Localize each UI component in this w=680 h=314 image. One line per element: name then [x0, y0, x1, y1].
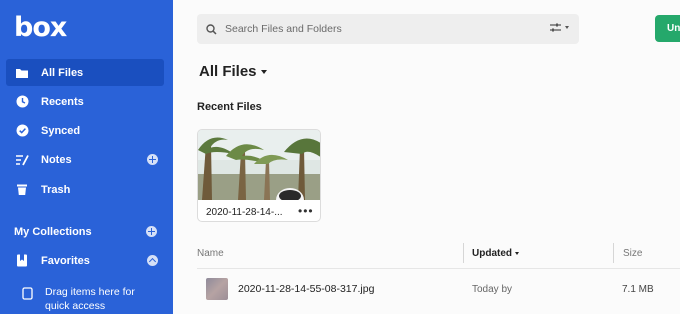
sidebar-item-notes[interactable]: Notes — [6, 146, 164, 173]
new-button[interactable]: Un — [655, 15, 680, 42]
sidebar-item-label: Trash — [41, 183, 71, 196]
file-size: 7.1 MB — [622, 284, 654, 295]
clock-icon — [15, 95, 29, 109]
add-note-button[interactable] — [147, 154, 158, 165]
notes-icon — [15, 153, 29, 167]
sidebar-item-label: Synced — [41, 124, 81, 137]
chevron-down-icon — [260, 69, 267, 74]
sidebar-item-label: Notes — [41, 153, 72, 166]
recent-file-thumbnail — [198, 130, 320, 200]
sidebar-item-label: Favorites — [41, 254, 90, 267]
column-divider[interactable] — [613, 243, 614, 263]
sidebar: box All Files Recents Synced Notes Trash… — [0, 0, 173, 314]
search-icon — [206, 23, 217, 35]
search-filter-button[interactable] — [549, 22, 569, 33]
sidebar-item-trash[interactable]: Trash — [6, 176, 164, 203]
sliders-icon — [549, 22, 562, 33]
bookmark-icon — [15, 254, 29, 268]
column-header-updated-label: Updated — [472, 248, 512, 259]
row-divider — [197, 268, 680, 269]
column-header-name[interactable]: Name — [197, 248, 224, 259]
folder-icon — [15, 66, 29, 80]
search-bar[interactable] — [197, 14, 579, 44]
column-header-updated[interactable]: Updated — [472, 248, 519, 259]
search-input[interactable] — [225, 23, 525, 35]
collapse-favorites-button[interactable] — [147, 255, 158, 266]
page-title[interactable]: All Files — [199, 63, 267, 80]
page-title-text: All Files — [199, 63, 257, 80]
check-circle-icon — [15, 124, 29, 138]
file-thumbnail — [206, 278, 228, 300]
table-row[interactable]: 2020-11-28-14-55-08-317.jpg Today by 7.1… — [197, 271, 680, 309]
more-options-button[interactable]: ••• — [298, 204, 314, 218]
drag-page-icon — [22, 287, 33, 313]
column-divider[interactable] — [463, 243, 464, 263]
sidebar-item-favorites[interactable]: Favorites — [6, 247, 164, 274]
sidebar-item-all-files[interactable]: All Files — [6, 59, 164, 86]
box-logo[interactable]: box — [14, 12, 67, 43]
drag-hint-line1: Drag items here for — [45, 286, 135, 298]
sidebar-item-recents[interactable]: Recents — [6, 88, 164, 115]
file-name[interactable]: 2020-11-28-14-55-08-317.jpg — [238, 283, 374, 295]
recent-file-card[interactable]: 2020-11-28-14-... ••• — [197, 129, 321, 222]
column-header-size[interactable]: Size — [623, 248, 642, 259]
chevron-down-icon — [565, 26, 569, 29]
file-updated: Today by — [472, 284, 513, 295]
sort-descending-icon — [515, 252, 519, 255]
trash-icon — [15, 183, 29, 197]
drag-hint-line2: quick access — [45, 300, 106, 312]
sidebar-item-synced[interactable]: Synced — [6, 117, 164, 144]
sidebar-item-label: All Files — [41, 66, 84, 79]
recent-file-name: 2020-11-28-14-... — [206, 207, 283, 218]
favorites-drop-zone[interactable]: Drag items here for quick access — [22, 285, 135, 313]
my-collections-row — [0, 218, 173, 245]
sidebar-item-label: Recents — [41, 95, 84, 108]
add-collection-button[interactable] — [146, 226, 157, 237]
recent-files-heading: Recent Files — [197, 101, 262, 113]
